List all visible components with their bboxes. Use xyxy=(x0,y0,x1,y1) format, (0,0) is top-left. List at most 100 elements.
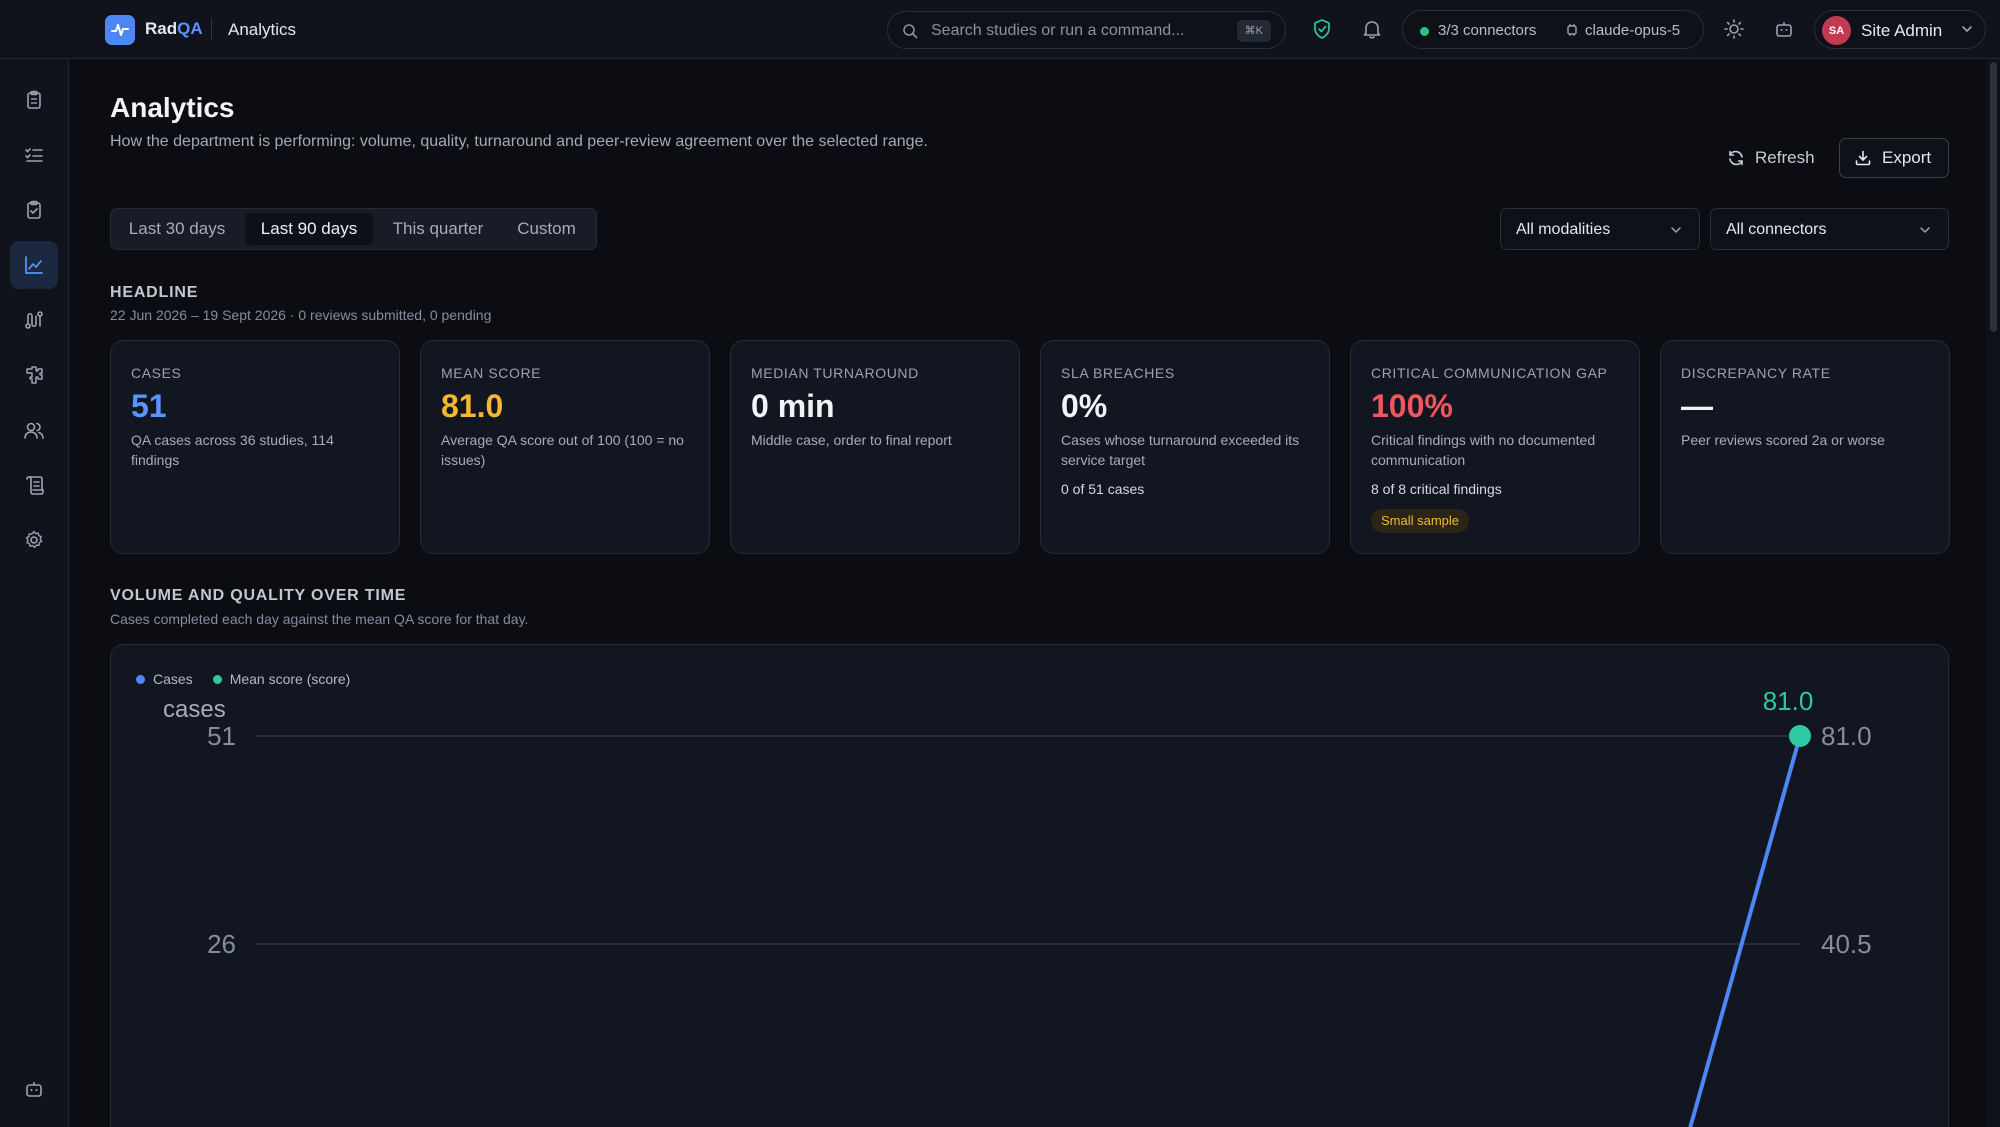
kpi-card-mean-score: MEAN SCORE 81.0 Average QA score out of … xyxy=(420,340,710,554)
top-bar: RadQA Analytics Search studies or run a … xyxy=(0,0,2000,59)
date-range-tabs: Last 30 days Last 90 days This quarter C… xyxy=(110,208,597,250)
kpi-card-critical-communication-gap: CRITICAL COMMUNICATION GAP 100% Critical… xyxy=(1350,340,1640,554)
tab-last-90-days[interactable]: Last 90 days xyxy=(245,213,373,245)
kpi-card-discrepancy-rate: DISCREPANCY RATE — Peer reviews scored 2… xyxy=(1660,340,1950,554)
sidebar-item-reviews[interactable] xyxy=(10,186,58,234)
user-menu[interactable]: SA Site Admin xyxy=(1814,10,1986,49)
refresh-button[interactable]: Refresh xyxy=(1718,138,1824,178)
kpi-label: MEDIAN TURNAROUND xyxy=(751,365,919,381)
users-icon xyxy=(24,422,44,439)
app-name[interactable]: RadQA xyxy=(145,19,203,39)
tab-custom[interactable]: Custom xyxy=(503,213,590,245)
sidebar-item-audit-log[interactable] xyxy=(10,461,58,509)
kpi-label: CASES xyxy=(131,365,182,381)
kpi-label: SLA BREACHES xyxy=(1061,365,1175,381)
kpi-value: — xyxy=(1681,388,1713,424)
bell-icon[interactable] xyxy=(1361,18,1383,40)
modality-select[interactable]: All modalities xyxy=(1500,208,1700,250)
data-label-mean-score: 81.0 xyxy=(1763,686,1814,716)
chevron-down-icon xyxy=(1962,26,1972,32)
shield-check-icon[interactable] xyxy=(1311,18,1333,40)
search-icon xyxy=(903,24,918,39)
list-checks-icon xyxy=(25,148,43,162)
sidebar-item-analytics[interactable] xyxy=(10,241,58,289)
app-logo-icon[interactable] xyxy=(105,15,135,45)
command-search[interactable]: Search studies or run a command... ⌘K xyxy=(887,11,1286,49)
scroll-text-icon xyxy=(26,476,44,495)
modality-select-value: All modalities xyxy=(1516,221,1611,238)
kpi-description: QA cases across 36 studies, 114 findings xyxy=(131,432,334,468)
export-button[interactable]: Export xyxy=(1839,138,1949,178)
line-chart-icon xyxy=(25,256,43,274)
kpi-value: 51 xyxy=(131,388,167,424)
page-title: Analytics xyxy=(110,92,235,123)
refresh-icon xyxy=(1729,150,1743,166)
kpi-description: Peer reviews scored 2a or worse xyxy=(1681,432,1885,448)
sidebar xyxy=(0,59,69,1127)
avatar: SA xyxy=(1822,16,1851,45)
kpi-value: 0% xyxy=(1061,388,1108,424)
gear-icon xyxy=(25,530,43,549)
connector-select[interactable]: All connectors xyxy=(1710,208,1949,250)
bot-icon[interactable] xyxy=(1773,18,1795,40)
kpi-value: 81.0 xyxy=(441,388,504,424)
tab-this-quarter[interactable]: This quarter xyxy=(377,213,499,245)
sidebar-item-studies[interactable] xyxy=(10,76,58,124)
clipboard-icon xyxy=(27,90,41,109)
kpi-description: Average QA score out of 100 (100 = no is… xyxy=(441,432,684,468)
y-tick-left: 51 xyxy=(207,721,236,751)
sidebar-item-integrations[interactable] xyxy=(10,351,58,399)
volume-section-title: VOLUME AND QUALITY OVER TIME xyxy=(110,587,407,604)
y-tick-right: 40.5 xyxy=(1821,929,1872,959)
small-sample-badge: Small sample xyxy=(1371,509,1470,533)
kpi-card-sla-breaches: SLA BREACHES 0% Cases whose turnaround e… xyxy=(1040,340,1330,554)
sun-icon[interactable] xyxy=(1723,18,1745,40)
sidebar-item-worklist[interactable] xyxy=(10,131,58,179)
sidebar-item-settings[interactable] xyxy=(10,516,58,564)
refresh-label: Refresh xyxy=(1755,148,1815,167)
kpi-description: Cases whose turnaround exceeded its serv… xyxy=(1061,432,1300,468)
sidebar-item-workflows[interactable] xyxy=(10,296,58,344)
connector-status[interactable]: 3/3 connectors claude-opus-5 xyxy=(1402,10,1704,49)
page-description: How the department is performing: volume… xyxy=(110,133,928,150)
y-tick-right: 81.0 xyxy=(1821,721,1872,751)
kpi-detail: 8 of 8 critical findings xyxy=(1371,481,1502,497)
headline-subtitle: 22 Jun 2026 – 19 Sept 2026 · 0 reviews s… xyxy=(110,307,492,323)
search-input[interactable]: Search studies or run a command... xyxy=(931,22,1184,40)
sidebar-item-assistant[interactable] xyxy=(10,1065,58,1113)
scrollbar-thumb[interactable] xyxy=(1990,62,1997,332)
kpi-detail: 0 of 51 cases xyxy=(1061,481,1145,497)
puzzle-icon xyxy=(26,366,43,384)
series-line-cases xyxy=(1688,734,1802,1127)
kpi-value: 100% xyxy=(1371,388,1453,424)
kpi-description: Middle case, order to final report xyxy=(751,432,952,448)
kpi-value: 0 min xyxy=(751,388,835,424)
data-point-mean-score xyxy=(1789,725,1811,747)
y-tick-left: 26 xyxy=(207,929,236,959)
headline-title: HEADLINE xyxy=(110,284,199,301)
download-icon xyxy=(1855,150,1871,166)
kpi-card-median-turnaround: MEDIAN TURNAROUND 0 min Middle case, ord… xyxy=(730,340,1020,554)
status-dot xyxy=(1420,27,1429,36)
cpu-chip-icon xyxy=(1567,24,1577,36)
chart-plot: cases51 26 81.0 40.5 81.0 xyxy=(163,686,1872,1127)
chevron-down-icon xyxy=(1920,227,1930,233)
export-label: Export xyxy=(1882,148,1932,167)
clipboard-check-icon xyxy=(27,200,41,219)
kpi-card-cases: CASES 51 QA cases across 36 studies, 114… xyxy=(110,340,400,554)
y-axis-label: cases xyxy=(163,696,226,723)
volume-section-subtitle: Cases completed each day against the mea… xyxy=(110,611,529,627)
brand-divider xyxy=(211,18,212,40)
sidebar-item-users[interactable] xyxy=(10,406,58,454)
kpi-label: MEAN SCORE xyxy=(441,365,542,381)
model-name: claude-opus-5 xyxy=(1585,22,1681,39)
breadcrumb: Analytics xyxy=(228,20,297,39)
kpi-description: Critical findings with no documented com… xyxy=(1371,432,1596,468)
bot-icon xyxy=(26,1082,42,1097)
kpi-label: DISCREPANCY RATE xyxy=(1681,365,1831,381)
kpi-label: CRITICAL COMMUNICATION GAP xyxy=(1371,365,1608,381)
tab-last-30-days[interactable]: Last 30 days xyxy=(115,213,239,245)
volume-quality-chart: Cases Mean score (score) cases 51 26 81.0 40… xyxy=(110,644,1949,1127)
search-shortcut: ⌘K xyxy=(1236,20,1271,42)
chevron-down-icon xyxy=(1671,227,1681,233)
